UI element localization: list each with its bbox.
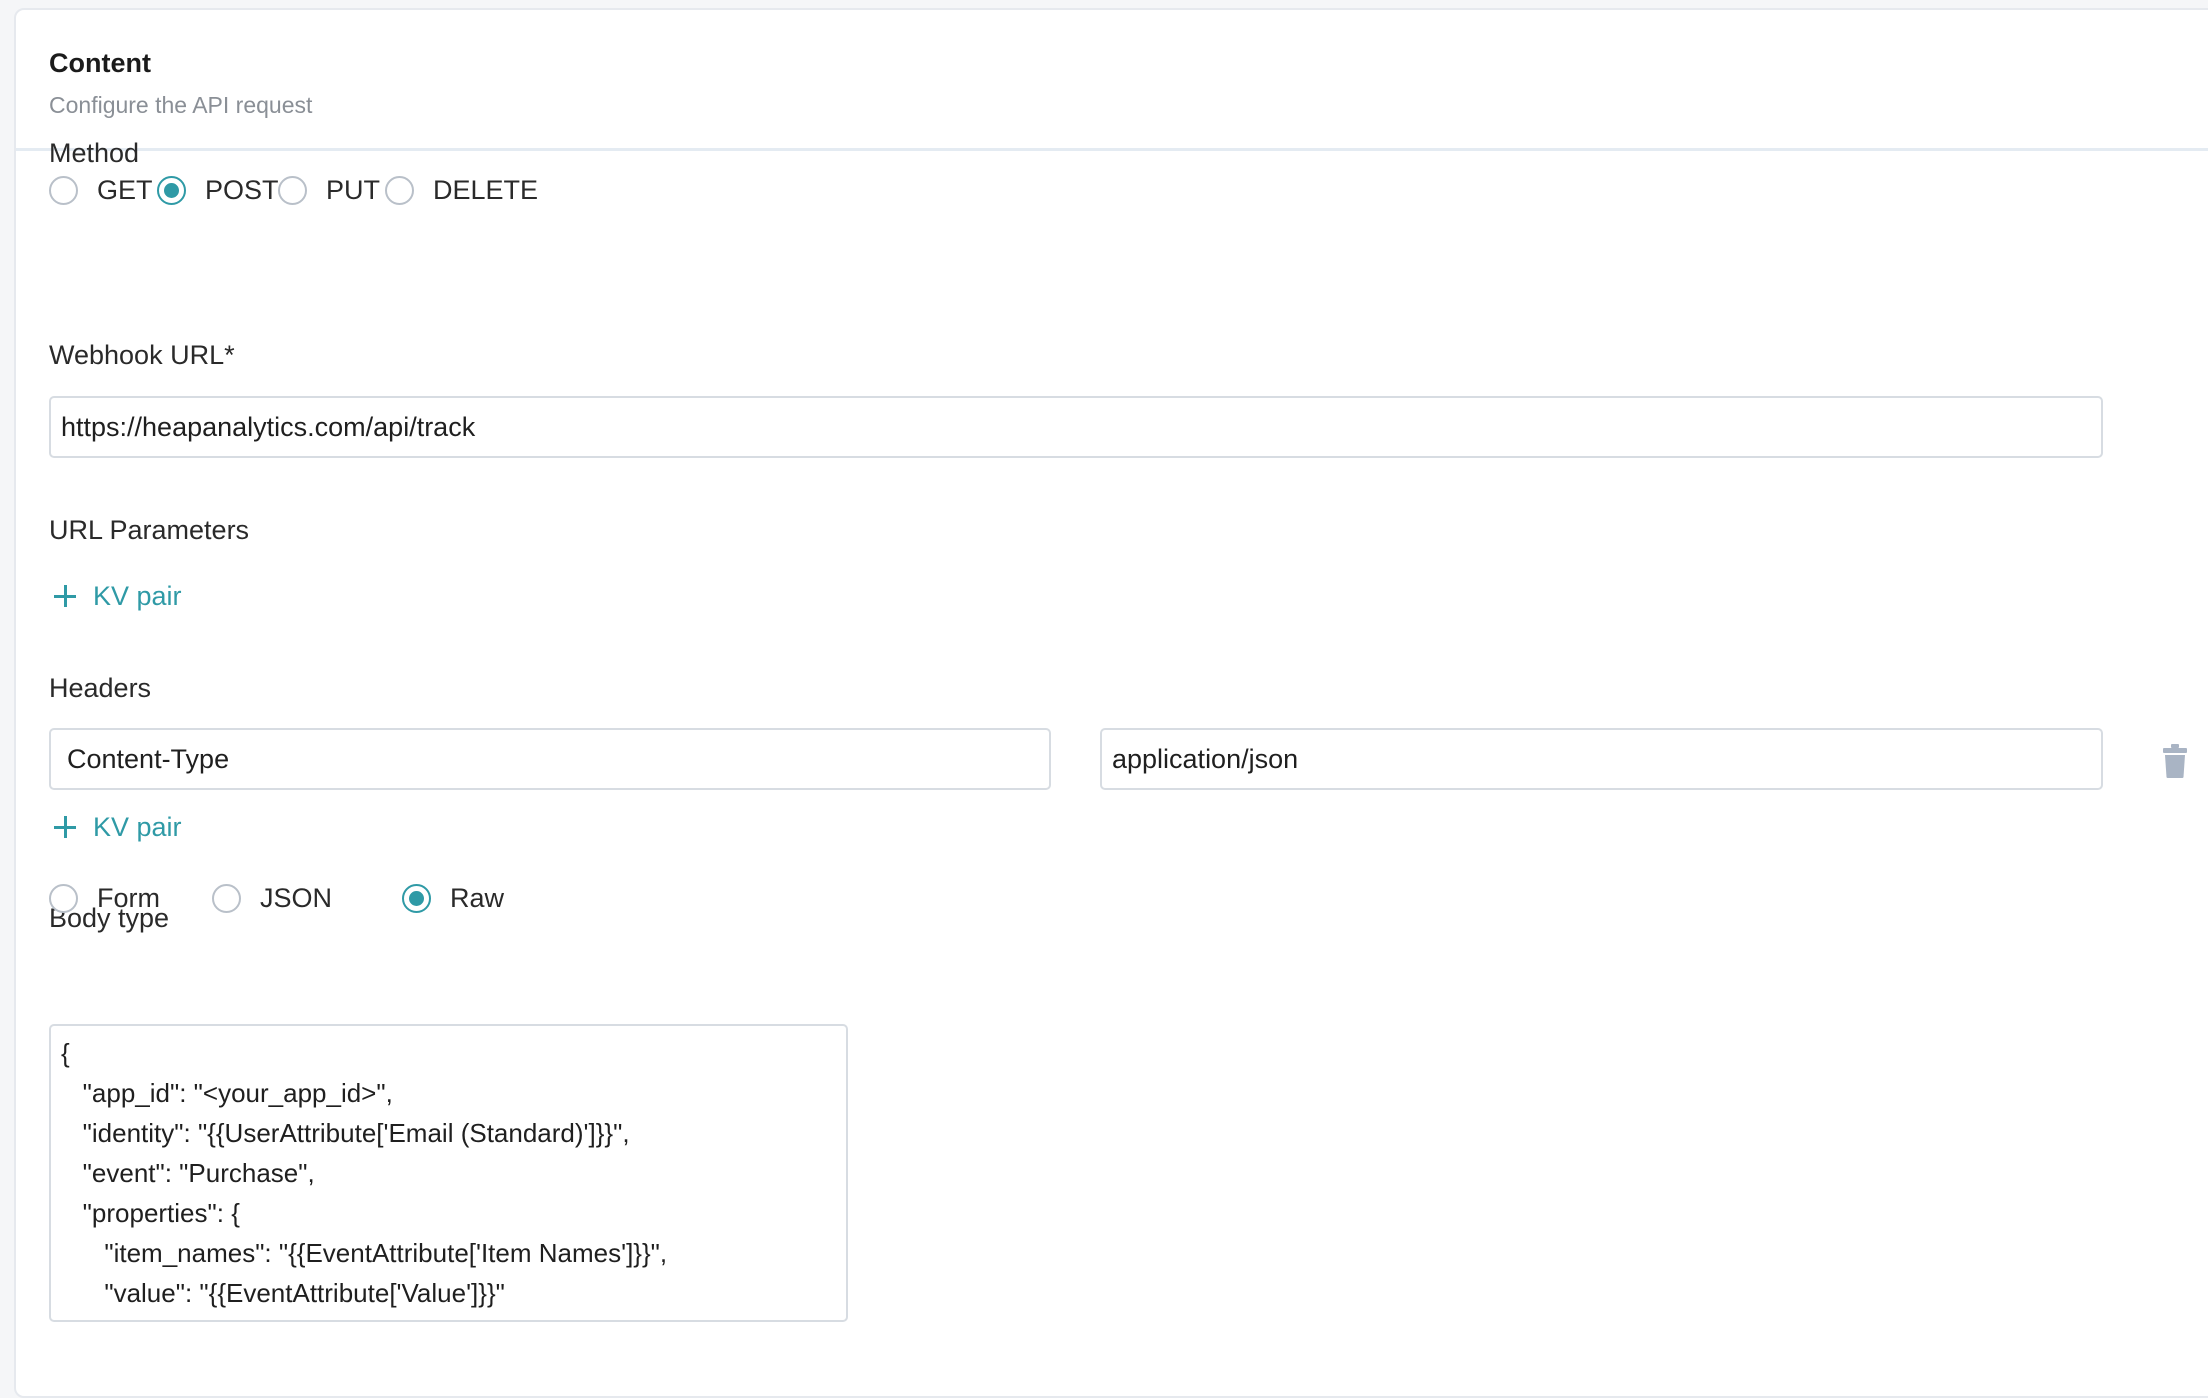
radio-circle (278, 175, 307, 205)
body-type-radio-group: Form JSON Raw (49, 878, 649, 918)
radio-circle-checked (157, 175, 186, 205)
code-line: "event": "Purchase", (61, 1158, 315, 1188)
code-line: "identity": "{{UserAttribute['Email (Sta… (61, 1118, 630, 1148)
add-header-label: KV pair (93, 811, 182, 842)
card-subtitle: Configure the API request (49, 92, 313, 118)
code-line: "item_names": "{{EventAttribute['Item Na… (61, 1238, 668, 1268)
webhook-url-label: Webhook URL* (49, 340, 235, 370)
method-label: Method (49, 138, 140, 168)
code-line: { (61, 1038, 70, 1068)
radio-circle (49, 883, 78, 913)
header-key-input[interactable]: Content-Type (49, 728, 1051, 790)
add-url-param-label: KV pair (93, 580, 182, 611)
method-radio-put[interactable]: PUT (278, 170, 380, 210)
headers-label: Headers (49, 673, 152, 703)
radio-label: PUT (326, 174, 380, 205)
body-type-radio-form[interactable]: Form (49, 878, 160, 918)
radio-label: POST (205, 174, 279, 205)
body-type-radio-json[interactable]: JSON (212, 878, 332, 918)
radio-label: Raw (450, 882, 505, 913)
radio-label: Form (97, 882, 160, 913)
radio-circle-checked (402, 883, 431, 913)
add-url-param-button[interactable]: KV pair (54, 578, 182, 614)
header-value-input[interactable]: application/json (1100, 728, 2103, 790)
content-card: Content Configure the API request Method… (14, 8, 2208, 1398)
radio-circle (385, 175, 414, 205)
radio-label: JSON (260, 882, 333, 913)
code-line: "value": "{{EventAttribute['Value']}}" (61, 1278, 505, 1308)
trash-icon[interactable] (2162, 743, 2188, 779)
card-header: Content Configure the API request (16, 10, 2208, 151)
body-type-radio-raw[interactable]: Raw (402, 878, 504, 918)
radio-label: DELETE (433, 174, 539, 205)
url-parameters-label: URL Parameters (49, 515, 250, 545)
code-line: "properties": { (61, 1198, 240, 1228)
webhook-url-input[interactable]: https://heapanalytics.com/api/track (49, 396, 2103, 458)
method-radio-get[interactable]: GET (49, 170, 153, 210)
plus-icon (54, 585, 76, 607)
method-radio-group: GET POST PUT DELETE (49, 170, 649, 210)
plus-icon (54, 816, 76, 838)
method-radio-delete[interactable]: DELETE (385, 170, 538, 210)
code-line: "app_id": "<your_app_id>", (61, 1078, 393, 1108)
method-radio-post[interactable]: POST (157, 170, 279, 210)
radio-circle (49, 175, 78, 205)
radio-circle (212, 883, 241, 913)
add-header-button[interactable]: KV pair (54, 809, 182, 845)
card-title: Content (49, 48, 151, 78)
raw-body-textarea[interactable]: { "app_id": "<your_app_id>", "identity":… (49, 1024, 848, 1322)
radio-label: GET (97, 174, 153, 205)
